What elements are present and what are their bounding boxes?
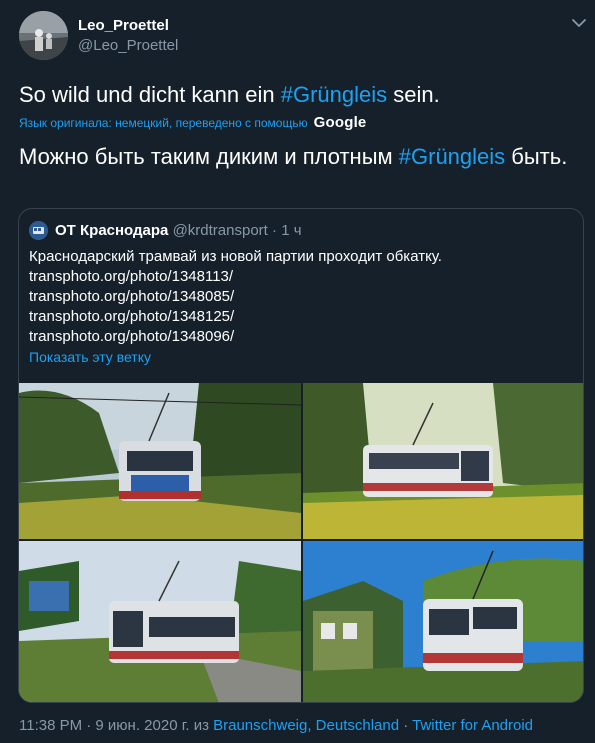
user-name[interactable]: Leo_Proettel [78,17,169,34]
quote-time[interactable]: 1 ч [281,222,301,239]
quote-text: Краснодарский трамвай из новой партии пр… [29,247,442,347]
show-thread-link[interactable]: Показать эту ветку [29,349,151,365]
translated-text-part: Можно быть таким диким и плотным [19,144,399,169]
user-handle[interactable]: @Leo_Proettel [78,37,178,54]
quote-user-name[interactable]: ОТ Краснодара [55,222,168,239]
quote-text-line: Краснодарский трамвай из новой партии пр… [29,248,442,265]
translation-note-text: Язык оригинала: немецкий, переведено с п… [19,115,308,130]
quote-user-handle[interactable]: @krdtransport [173,222,268,239]
quote-link[interactable]: transphoto.org/photo/1348113/ [29,267,442,287]
meta-separator: · [399,717,413,734]
hashtag-link[interactable]: #Grüngleis [281,82,387,107]
avatar[interactable] [19,11,68,60]
translated-text: Можно быть таким диким и плотным #Grüngl… [19,142,579,172]
tweet-text: So wild und dicht kann ein #Grüngleis se… [19,82,440,108]
google-logo: Google [313,114,367,131]
translated-text-part: быть. [505,144,568,169]
tweet-text-part: sein. [387,82,440,107]
quote-link[interactable]: transphoto.org/photo/1348096/ [29,327,442,347]
translated-hashtag-link[interactable]: #Grüngleis [399,144,505,169]
quoted-tweet[interactable]: ОТ Краснодара @krdtransport · 1 ч Красно… [18,208,584,703]
tram-photo-3[interactable] [19,541,301,702]
chevron-down-icon[interactable] [570,14,588,32]
quote-avatar[interactable] [29,221,48,240]
location-link[interactable]: Braunschweig, Deutschland [213,717,399,734]
source-link[interactable]: Twitter for Android [412,717,533,734]
translation-note[interactable]: Язык оригинала: немецкий, переведено с п… [19,114,366,131]
tram-photo-1[interactable] [19,383,301,539]
tweet-timestamp[interactable]: 11:38 PM · 9 июн. 2020 г. из [19,717,213,734]
quote-separator: · [272,222,278,239]
tram-photo-4[interactable] [303,541,583,702]
quote-link[interactable]: transphoto.org/photo/1348085/ [29,287,442,307]
tweet-metadata: 11:38 PM · 9 июн. 2020 г. из Braunschwei… [19,717,533,734]
tweet-text-part: So wild und dicht kann ein [19,82,281,107]
quote-header: ОТ Краснодара @krdtransport · 1 ч [55,222,302,239]
tram-photo-2[interactable] [303,383,583,539]
quote-link[interactable]: transphoto.org/photo/1348125/ [29,307,442,327]
